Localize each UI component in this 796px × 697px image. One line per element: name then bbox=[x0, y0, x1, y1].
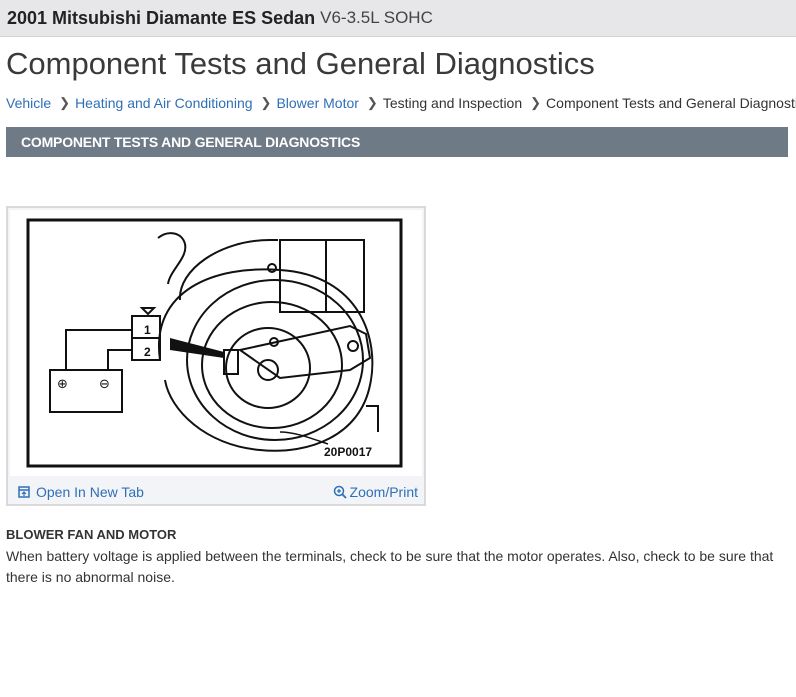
terminal-1-label: 1 bbox=[144, 323, 151, 337]
battery-positive-symbol: ⊕ bbox=[57, 377, 68, 392]
content-heading: BLOWER FAN AND MOTOR bbox=[6, 527, 177, 542]
chevron-right-icon: ❯ bbox=[366, 95, 378, 110]
chevron-right-icon: ❯ bbox=[260, 95, 272, 110]
terminal-2-label: 2 bbox=[144, 345, 151, 359]
vehicle-header: 2001 Mitsubishi Diamante ES Sedan V6-3.5… bbox=[0, 0, 796, 37]
content-text: When battery voltage is applied between … bbox=[6, 548, 774, 585]
vehicle-name: 2001 Mitsubishi Diamante ES Sedan bbox=[7, 7, 316, 28]
breadcrumb: Vehicle ❯ Heating and Air Conditioning ❯… bbox=[6, 94, 796, 112]
zoom-print-label: Zoom/Print bbox=[349, 484, 418, 500]
chevron-right-icon: ❯ bbox=[530, 95, 542, 110]
zoom-print-link[interactable]: Zoom/Print bbox=[333, 484, 418, 500]
figure-panel: 1 2 ⊕ ⊖ 20P0017 Open In New Tab Zoom/Pri… bbox=[6, 206, 426, 506]
figure-code: 20P0017 bbox=[324, 445, 372, 459]
battery-negative-symbol: ⊖ bbox=[99, 377, 110, 392]
open-in-new-tab-link[interactable]: Open In New Tab bbox=[18, 484, 144, 500]
breadcrumb-heating-ac[interactable]: Heating and Air Conditioning bbox=[75, 95, 252, 111]
figure-actions: Open In New Tab Zoom/Print bbox=[8, 480, 424, 504]
open-in-new-tab-label: Open In New Tab bbox=[36, 484, 144, 500]
breadcrumb-vehicle[interactable]: Vehicle bbox=[6, 95, 51, 111]
page-title: Component Tests and General Diagnostics bbox=[6, 46, 595, 81]
breadcrumb-current: Component Tests and General Diagnostics bbox=[546, 95, 796, 111]
breadcrumb-testing: Testing and Inspection bbox=[382, 95, 523, 111]
section-header: COMPONENT TESTS AND GENERAL DIAGNOSTICS bbox=[6, 127, 788, 157]
breadcrumb-blower-motor[interactable]: Blower Motor bbox=[276, 95, 358, 111]
engine-spec: V6-3.5L SOHC bbox=[320, 8, 433, 27]
chevron-right-icon: ❯ bbox=[59, 95, 71, 110]
blower-motor-diagram[interactable]: 1 2 ⊕ ⊖ 20P0017 bbox=[10, 210, 422, 476]
new-tab-icon bbox=[18, 486, 30, 498]
zoom-in-icon bbox=[333, 485, 347, 499]
